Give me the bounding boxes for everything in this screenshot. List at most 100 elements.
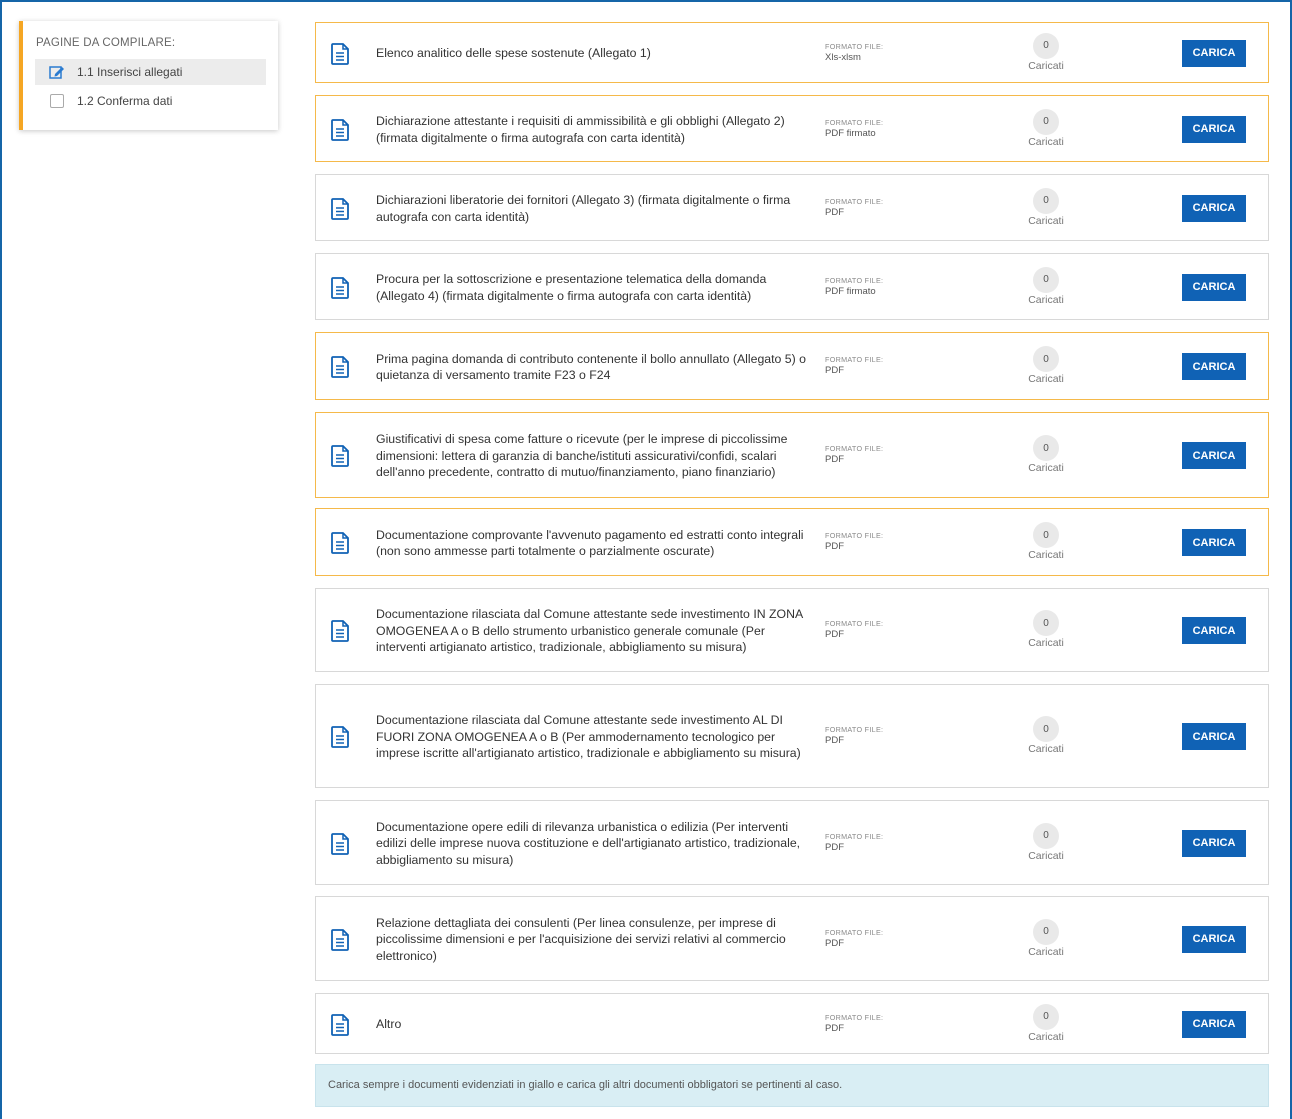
- uploaded-count-label: Caricati: [1028, 637, 1064, 649]
- document-title: Documentazione rilasciata dal Comune att…: [376, 713, 801, 760]
- upload-button[interactable]: CARICA: [1182, 194, 1246, 222]
- upload-button[interactable]: CARICA: [1182, 353, 1246, 380]
- uploaded-count: 0 Caricati: [1023, 435, 1069, 474]
- document-title: Altro: [376, 1017, 402, 1031]
- document-title: Giustificativi di spesa come fatture o r…: [376, 432, 788, 479]
- document-icon: [331, 42, 349, 70]
- uploaded-count-badge: 0: [1033, 346, 1059, 372]
- file-format-value: PDF: [825, 841, 844, 853]
- checkbox-icon[interactable]: [49, 93, 65, 109]
- file-format-label: FORMATO FILE:: [825, 41, 884, 51]
- document-icon: [331, 118, 349, 146]
- uploaded-count-badge: 0: [1033, 435, 1059, 461]
- document-icon: [331, 928, 349, 956]
- document-title: Elenco analitico delle spese sostenute (…: [376, 46, 651, 60]
- upload-button[interactable]: CARICA: [1182, 617, 1246, 644]
- document-title: Procura per la sottoscrizione e presenta…: [376, 272, 767, 303]
- edit-icon: [49, 64, 65, 80]
- uploaded-count-badge: 0: [1033, 108, 1059, 135]
- document-icon: [331, 197, 349, 225]
- file-format: FORMATO FILE: PDF: [825, 355, 935, 377]
- document-row: Elenco analitico delle spese sostenute (…: [315, 22, 1269, 83]
- uploaded-count-label: Caricati: [1028, 549, 1064, 561]
- sidebar-item-label: 1.2 Conferma dati: [77, 94, 173, 108]
- uploaded-count: 0 Caricati: [1023, 32, 1069, 72]
- document-title: Documentazione opere edili di rilevanza …: [376, 819, 801, 867]
- file-format-label: FORMATO FILE:: [825, 1012, 884, 1022]
- uploaded-count: 0 Caricati: [1023, 918, 1069, 958]
- file-format: FORMATO FILE: PDF: [825, 928, 935, 950]
- file-format-value: PDF firmato: [825, 285, 876, 297]
- upload-button[interactable]: CARICA: [1182, 39, 1246, 67]
- file-format-label: FORMATO FILE:: [825, 444, 884, 453]
- file-format-value: PDF: [825, 206, 844, 218]
- file-format-label: FORMATO FILE:: [825, 725, 884, 734]
- uploaded-count-badge: 0: [1033, 716, 1059, 742]
- file-format-label: FORMATO FILE:: [825, 117, 884, 127]
- upload-button[interactable]: CARICA: [1182, 115, 1246, 143]
- uploaded-count-label: Caricati: [1028, 945, 1064, 958]
- upload-button[interactable]: CARICA: [1182, 723, 1246, 750]
- document-row: Dichiarazioni liberatorie dei fornitori …: [315, 174, 1269, 241]
- file-format: FORMATO FILE: PDF firmato: [825, 118, 935, 140]
- document-icon: [331, 1013, 349, 1041]
- upload-button[interactable]: CARICA: [1182, 1010, 1246, 1038]
- uploaded-count: 0 Caricati: [1023, 716, 1069, 755]
- sidebar: PAGINE DA COMPILARE: 1.1 Inserisci alleg…: [19, 21, 278, 130]
- document-icon: [331, 832, 349, 860]
- file-format-value: PDF: [825, 629, 844, 640]
- document-title: Dichiarazioni liberatorie dei fornitori …: [376, 193, 791, 224]
- uploaded-count-label: Caricati: [1028, 135, 1064, 148]
- upload-button[interactable]: CARICA: [1182, 529, 1246, 556]
- document-row: Documentazione opere edili di rilevanza …: [315, 800, 1269, 885]
- upload-button[interactable]: CARICA: [1182, 273, 1246, 301]
- document-row: Dichiarazione attestante i requisiti di …: [315, 95, 1269, 162]
- file-format: FORMATO FILE: PDF: [825, 1013, 935, 1035]
- sidebar-item-label: 1.1 Inserisci allegati: [77, 65, 183, 79]
- file-format-label: FORMATO FILE:: [825, 619, 884, 628]
- upload-button[interactable]: CARICA: [1182, 442, 1246, 469]
- uploaded-count: 0 Caricati: [1023, 346, 1069, 385]
- uploaded-count-badge: 0: [1033, 266, 1059, 293]
- file-format: FORMATO FILE: PDF: [825, 531, 935, 553]
- file-format: FORMATO FILE: PDF: [825, 619, 935, 641]
- document-row: Altro FORMATO FILE: PDF 0 Caricati CARIC…: [315, 993, 1269, 1054]
- upload-button[interactable]: CARICA: [1182, 925, 1246, 953]
- file-format-value: Xls-xlsm: [825, 51, 861, 63]
- uploaded-count-badge: 0: [1033, 187, 1059, 214]
- document-icon: [331, 532, 349, 559]
- document-icon: [331, 726, 349, 753]
- document-icon: [331, 620, 349, 647]
- file-format-value: PDF firmato: [825, 127, 876, 139]
- document-row: Documentazione comprovante l'avvenuto pa…: [315, 508, 1269, 576]
- document-title: Prima pagina domanda di contributo conte…: [376, 351, 806, 383]
- file-format-label: FORMATO FILE:: [825, 927, 884, 937]
- sidebar-item-conferma-dati[interactable]: 1.2 Conferma dati: [35, 88, 266, 114]
- file-format: FORMATO FILE: PDF: [825, 725, 935, 747]
- uploaded-count-badge: 0: [1033, 610, 1059, 636]
- file-format: FORMATO FILE: PDF: [825, 197, 935, 219]
- uploaded-count: 0 Caricati: [1023, 822, 1069, 862]
- uploaded-count: 0 Caricati: [1023, 1003, 1069, 1043]
- file-format-value: PDF: [825, 541, 844, 552]
- uploaded-count-badge: 0: [1033, 1003, 1059, 1030]
- document-row: Relazione dettagliata dei consulenti (Pe…: [315, 896, 1269, 981]
- sidebar-title: PAGINE DA COMPILARE:: [36, 37, 176, 49]
- uploaded-count: 0 Caricati: [1023, 610, 1069, 649]
- document-icon: [331, 356, 349, 383]
- uploaded-count-badge: 0: [1033, 822, 1059, 849]
- uploaded-count: 0 Caricati: [1023, 522, 1069, 561]
- file-format-value: PDF: [825, 1022, 844, 1034]
- file-format-label: FORMATO FILE:: [825, 355, 884, 364]
- file-format-value: PDF: [825, 365, 844, 376]
- file-format-value: PDF: [825, 454, 844, 465]
- uploaded-count: 0 Caricati: [1023, 266, 1069, 306]
- uploaded-count: 0 Caricati: [1023, 108, 1069, 148]
- document-row: Giustificativi di spesa come fatture o r…: [315, 412, 1269, 498]
- file-format-value: PDF: [825, 735, 844, 746]
- uploaded-count-label: Caricati: [1028, 743, 1064, 755]
- file-format-label: FORMATO FILE:: [825, 831, 884, 841]
- upload-button[interactable]: CARICA: [1182, 829, 1246, 857]
- sidebar-item-inserisci-allegati[interactable]: 1.1 Inserisci allegati: [35, 59, 266, 85]
- uploaded-count-badge: 0: [1033, 522, 1059, 548]
